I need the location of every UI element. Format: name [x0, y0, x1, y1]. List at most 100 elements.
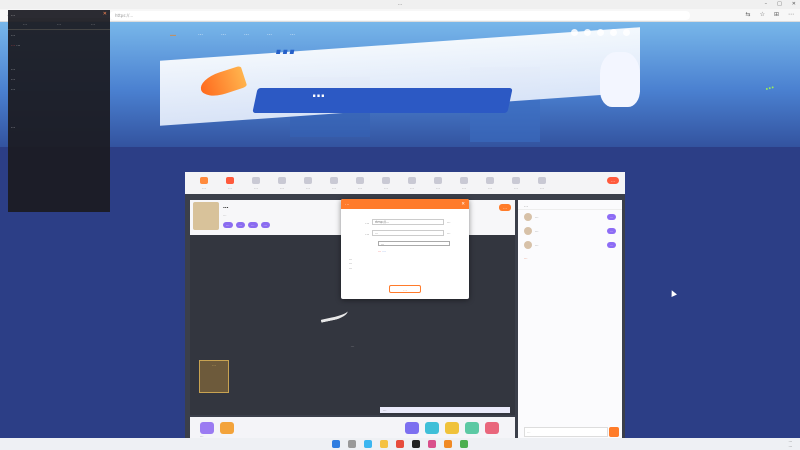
app-icon[interactable] [412, 440, 420, 448]
category-icon [304, 176, 312, 184]
stream-key-field[interactable]: … [372, 230, 444, 236]
user-avatar-icon[interactable] [623, 29, 630, 36]
category-item[interactable]: … [295, 176, 321, 190]
menu-icon[interactable]: ⋯ [788, 11, 794, 18]
room-tag[interactable]: … [260, 222, 270, 228]
category-bar: … … … … … … … … … … … … … … … [185, 172, 625, 194]
streamer-avatar[interactable] [193, 202, 219, 230]
category-item[interactable]: … [269, 176, 295, 190]
warning-link[interactable]: … [382, 249, 385, 253]
favorite-icon[interactable]: ☆ [760, 11, 765, 18]
gift-icon[interactable] [405, 422, 419, 434]
gift-icon[interactable] [200, 422, 214, 434]
copy-key-button[interactable]: … [447, 231, 451, 235]
category-icon [278, 176, 286, 184]
fan-item[interactable]: …… [518, 238, 622, 252]
translate-icon[interactable]: ⇆ [746, 11, 751, 18]
window-title: … [397, 2, 403, 7]
overlay-message: … [11, 124, 15, 129]
browser-toolbar: ← → ↻ https://… ⇆ ☆ ⊞ ⋯ [0, 9, 800, 22]
category-icon [460, 176, 468, 184]
message-icon[interactable] [610, 29, 617, 36]
app-icon[interactable] [428, 440, 436, 448]
category-icon [512, 176, 520, 184]
start-live-button[interactable]: … [607, 177, 619, 184]
maximize-icon[interactable]: □ [777, 1, 782, 7]
video-status-text: … [350, 343, 355, 348]
category-icon [408, 176, 416, 184]
key-label: … [365, 230, 369, 236]
address-bar[interactable]: https://… [110, 11, 690, 20]
category-icon [226, 176, 234, 184]
confirm-button[interactable]: … [389, 285, 421, 293]
gift-icon[interactable] [485, 422, 499, 434]
subscribe-button[interactable]: … [499, 204, 511, 211]
server-address-field[interactable]: rtmp://… [372, 219, 444, 225]
category-item[interactable]: … [217, 176, 243, 190]
app-icon[interactable] [396, 440, 404, 448]
fan-avatar [524, 213, 532, 221]
copy-server-button[interactable]: … [447, 220, 451, 224]
category-icon [330, 176, 338, 184]
category-icon [434, 176, 442, 184]
minimize-icon[interactable]: – [765, 1, 768, 7]
overlay-tab[interactable]: … [89, 20, 97, 27]
gift-icon[interactable] [220, 422, 234, 434]
overlay-close-icon[interactable]: ✕ [103, 11, 107, 17]
search-icon[interactable] [571, 29, 578, 36]
app-icon[interactable] [460, 440, 468, 448]
chat-header[interactable]: … [518, 200, 622, 210]
nav-item[interactable]: … [198, 31, 203, 37]
category-item[interactable]: … [503, 176, 529, 190]
fan-item[interactable]: …… [518, 210, 622, 224]
overlay-tab[interactable]: … [55, 20, 63, 27]
category-item[interactable]: … [399, 176, 425, 190]
download-icon[interactable] [597, 29, 604, 36]
nav-item[interactable]: … [244, 31, 249, 37]
barrage-input[interactable]: … [380, 407, 510, 413]
shark-mascot [600, 52, 640, 107]
category-item[interactable]: … [191, 176, 217, 190]
close-window-icon[interactable]: ✕ [792, 1, 796, 7]
overlay-tab[interactable]: … [21, 20, 29, 27]
close-icon[interactable]: ✕ [461, 202, 465, 207]
fan-avatar [524, 227, 532, 235]
taskbar: … … [0, 438, 800, 450]
start-icon[interactable] [332, 440, 340, 448]
category-item[interactable]: … [529, 176, 555, 190]
category-item[interactable]: … [425, 176, 451, 190]
room-tag[interactable]: … [248, 222, 258, 228]
nav-item[interactable]: … [221, 31, 226, 37]
send-button[interactable] [609, 427, 619, 437]
overlay-title: … [11, 11, 15, 17]
server-label: … [365, 219, 369, 225]
room-tag[interactable]: … [223, 222, 233, 228]
gift-promo[interactable]: … [199, 360, 229, 393]
category-item[interactable]: … [451, 176, 477, 190]
category-item[interactable]: … [373, 176, 399, 190]
system-clock[interactable]: … … [789, 439, 793, 449]
site-logo[interactable]: … [170, 31, 176, 38]
category-item[interactable]: … [347, 176, 373, 190]
overlay-message: … [11, 76, 15, 81]
category-item[interactable]: … [243, 176, 269, 190]
edge-icon[interactable] [364, 440, 372, 448]
app-icon[interactable] [444, 440, 452, 448]
type-select[interactable]: … [378, 241, 450, 246]
fan-item[interactable]: …… [518, 224, 622, 238]
site-header: … … … … … … [170, 25, 630, 43]
gift-icon[interactable] [465, 422, 479, 434]
category-item[interactable]: … [321, 176, 347, 190]
history-icon[interactable] [584, 29, 591, 36]
gift-icon[interactable] [445, 422, 459, 434]
chat-input[interactable]: … [524, 427, 608, 437]
search-taskbar-icon[interactable] [348, 440, 356, 448]
extensions-icon[interactable]: ⊞ [774, 11, 779, 18]
nav-item[interactable]: … [290, 31, 295, 37]
dialog-title: … [345, 201, 350, 207]
explorer-icon[interactable] [380, 440, 388, 448]
nav-item[interactable]: … [267, 31, 272, 37]
gift-icon[interactable] [425, 422, 439, 434]
room-tag[interactable]: … [235, 222, 245, 228]
category-item[interactable]: … [477, 176, 503, 190]
